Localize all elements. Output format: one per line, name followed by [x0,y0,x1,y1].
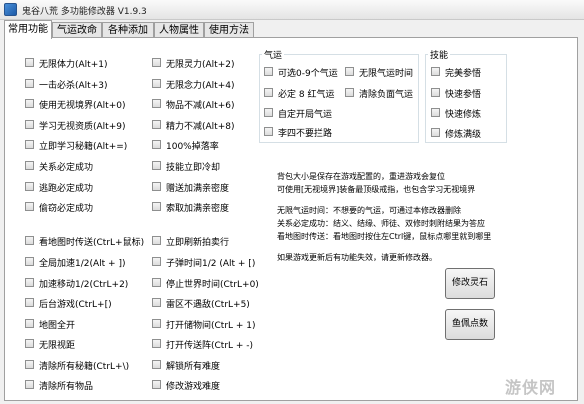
checkbox-box[interactable] [25,99,34,108]
checkbox-box[interactable] [264,127,273,136]
info-line: 如果游戏更新后有功能失效，请更新修改器。 [277,253,437,262]
main-panel: 无限体力(Alt+1) 一击必杀(Alt+3) 使用无视境界(Alt+0) 学习… [4,37,578,401]
checkbox-box[interactable] [152,339,161,348]
title-bar: 鬼谷八荒 多功能修改器 V1.9.3 [0,0,584,20]
checkbox-box[interactable] [25,339,34,348]
checkbox-box[interactable] [152,202,161,211]
checkbox-box[interactable] [152,319,161,328]
watermark: 游侠网 [505,378,557,397]
checkbox-box[interactable] [25,380,34,389]
checkbox-box[interactable] [345,88,354,97]
checkbox-box[interactable] [152,58,161,67]
checkbox-box[interactable] [25,202,34,211]
tab-fortune[interactable]: 气运改命 [52,22,102,38]
checkbox-box[interactable] [264,88,273,97]
info-line: 背包大小是保存在游戏配置的，重进游戏会复位 [277,172,445,181]
tab-add[interactable]: 各种添加 [102,22,154,38]
fish-points-button[interactable]: 鱼佩点数 [445,309,495,340]
tab-usage[interactable]: 使用方法 [204,22,254,38]
checkbox-box[interactable] [25,79,34,88]
checkbox-box[interactable] [152,236,161,245]
checkbox-box[interactable] [152,99,161,108]
checkbox-box[interactable] [152,120,161,129]
tab-common[interactable]: 常用功能 [4,20,52,39]
info-line: 可使用[无视境界]装备最顶级戒指，也包含学习无视境界 [277,185,476,194]
checkbox-box[interactable] [152,298,161,307]
checkbox-box[interactable] [431,108,440,117]
checkbox-box[interactable] [152,79,161,88]
checkbox-box[interactable] [152,278,161,287]
fortune-group-title: 气运 [264,51,283,61]
app-icon [4,3,17,16]
checkbox-box[interactable] [152,161,161,170]
checkbox-box[interactable] [345,67,354,76]
checkbox-box[interactable] [431,128,440,137]
checkbox-box[interactable] [25,140,34,149]
info-line: 无限气运时间：不想要的气运，可通过本修改器删除 [277,206,461,215]
window-title: 鬼谷八荒 多功能修改器 V1.9.3 [22,7,147,17]
checkbox-box[interactable] [25,161,34,170]
checkbox-box[interactable] [25,298,34,307]
checkbox-box[interactable] [431,67,440,76]
checkbox-box[interactable] [152,360,161,369]
skill-group-title: 技能 [430,51,449,61]
checkbox-box[interactable] [25,120,34,129]
checkbox-box[interactable] [152,140,161,149]
tab-attributes[interactable]: 人物属性 [154,22,204,38]
checkbox-box[interactable] [152,380,161,389]
info-line: 看地图时传送：看地图时按住左Ctrl键，鼠标点哪里就到哪里 [277,232,492,241]
checkbox-box[interactable] [25,257,34,266]
checkbox-box[interactable] [25,360,34,369]
checkbox-box[interactable] [152,182,161,191]
checkbox-box[interactable] [25,236,34,245]
checkbox-box[interactable] [25,278,34,287]
checkbox-box[interactable] [25,182,34,191]
checkbox-box[interactable] [25,319,34,328]
info-line: 关系必定成功：结义、结缘、师徒、双修时刺附结果为答应 [277,219,485,228]
modify-spirit-stone-button[interactable]: 修改灵石 [445,268,495,299]
checkbox-box[interactable] [25,58,34,67]
checkbox-box[interactable] [264,108,273,117]
checkbox-box[interactable] [264,67,273,76]
checkbox-box[interactable] [431,88,440,97]
checkbox-box[interactable] [152,257,161,266]
